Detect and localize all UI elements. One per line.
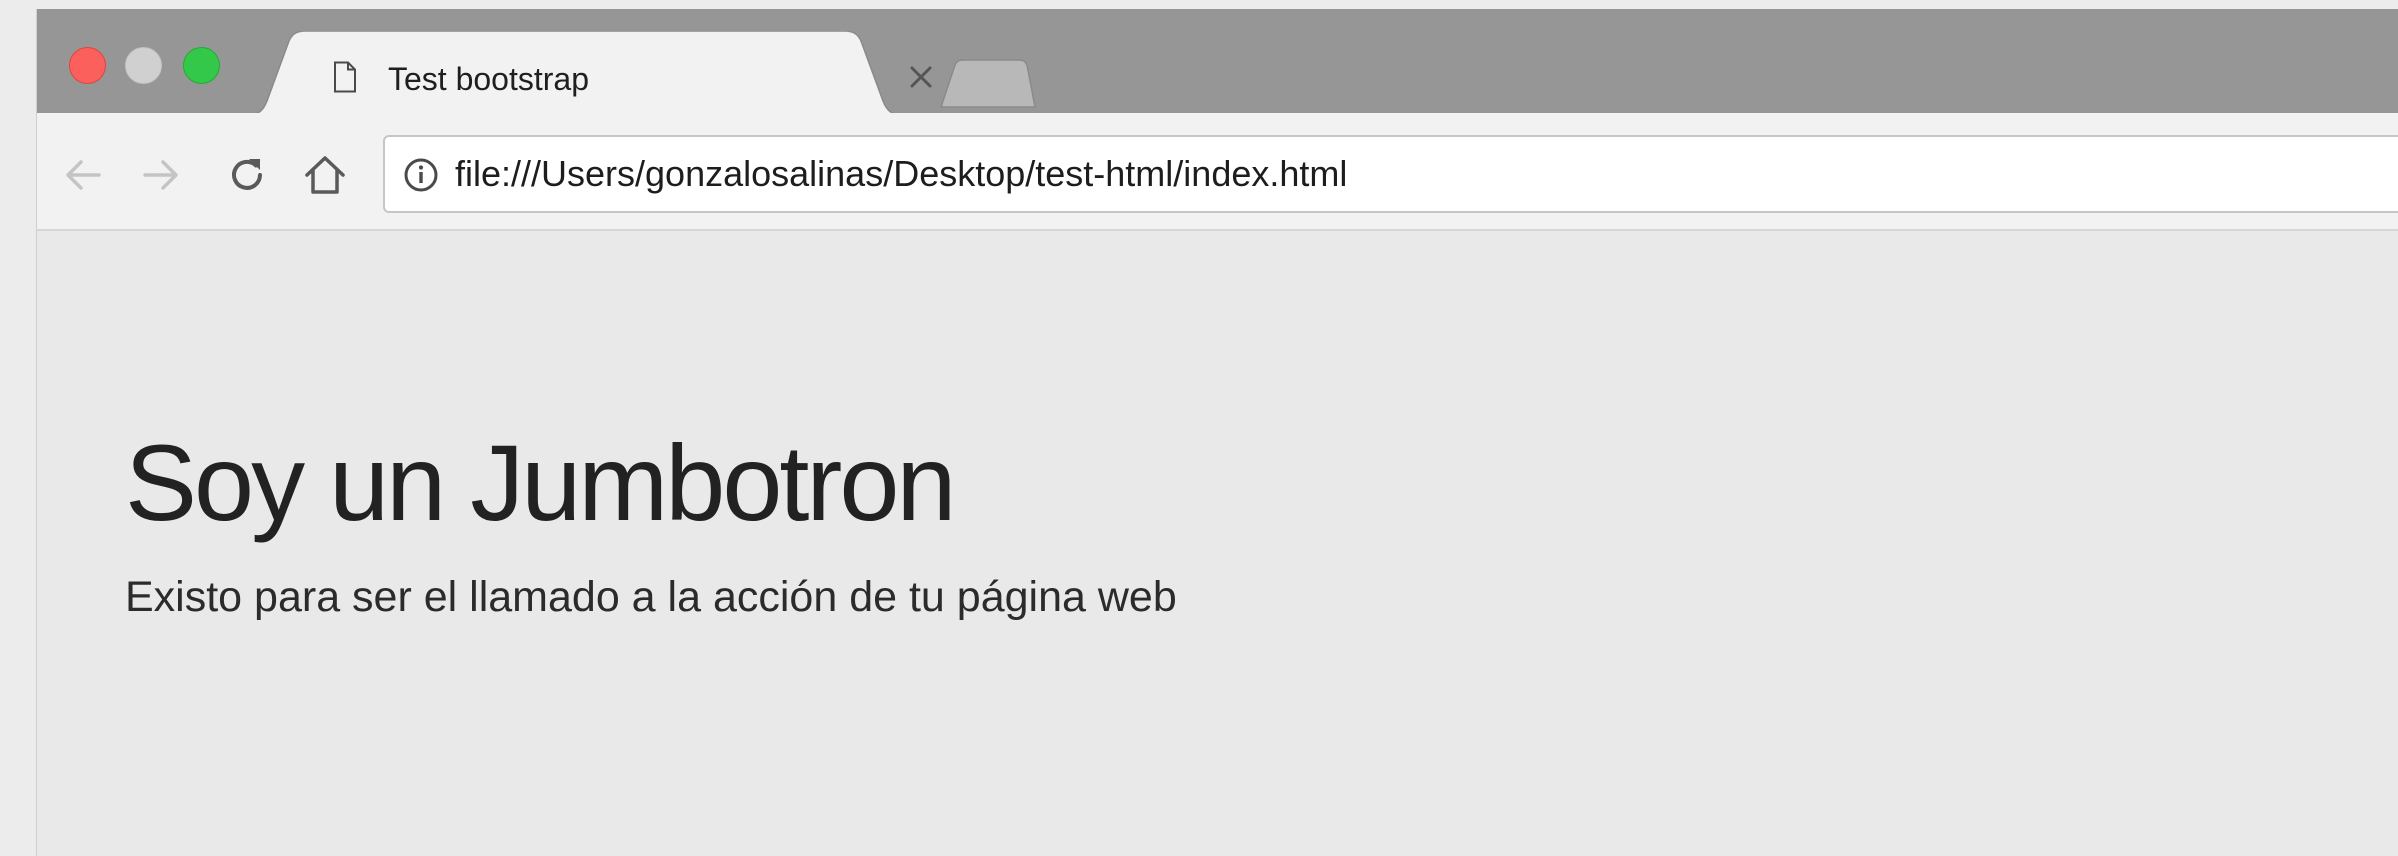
reload-icon[interactable] <box>225 153 269 197</box>
browser-window: Test bootstrap file:///Users/gonzalosali… <box>36 9 2398 856</box>
window-close-button[interactable] <box>69 47 106 84</box>
tab-active[interactable]: Test bootstrap <box>245 31 965 115</box>
arrow-left-icon[interactable] <box>61 153 105 197</box>
arrow-right-icon[interactable] <box>139 153 183 197</box>
browser-toolbar: file:///Users/gonzalosalinas/Desktop/tes… <box>37 113 2398 231</box>
desktop: Test bootstrap file:///Users/gonzalosali… <box>0 0 2398 856</box>
home-icon[interactable] <box>303 153 347 197</box>
tab-strip: Test bootstrap <box>37 9 2398 115</box>
window-maximize-button[interactable] <box>183 47 220 84</box>
address-bar[interactable]: file:///Users/gonzalosalinas/Desktop/tes… <box>383 135 2398 213</box>
page-content: Soy un Jumbotron Existo para ser el llam… <box>37 231 2398 856</box>
document-icon <box>334 61 356 93</box>
info-icon[interactable] <box>403 157 439 193</box>
new-tab-icon[interactable] <box>937 59 1037 109</box>
tab-title: Test bootstrap <box>388 61 589 97</box>
url-text[interactable]: file:///Users/gonzalosalinas/Desktop/tes… <box>455 153 1347 195</box>
close-icon[interactable] <box>905 61 937 93</box>
jumbotron-lead: Existo para ser el llamado a la acción d… <box>125 573 1177 621</box>
window-minimize-button[interactable] <box>125 47 162 84</box>
jumbotron-title: Soy un Jumbotron <box>125 422 956 543</box>
